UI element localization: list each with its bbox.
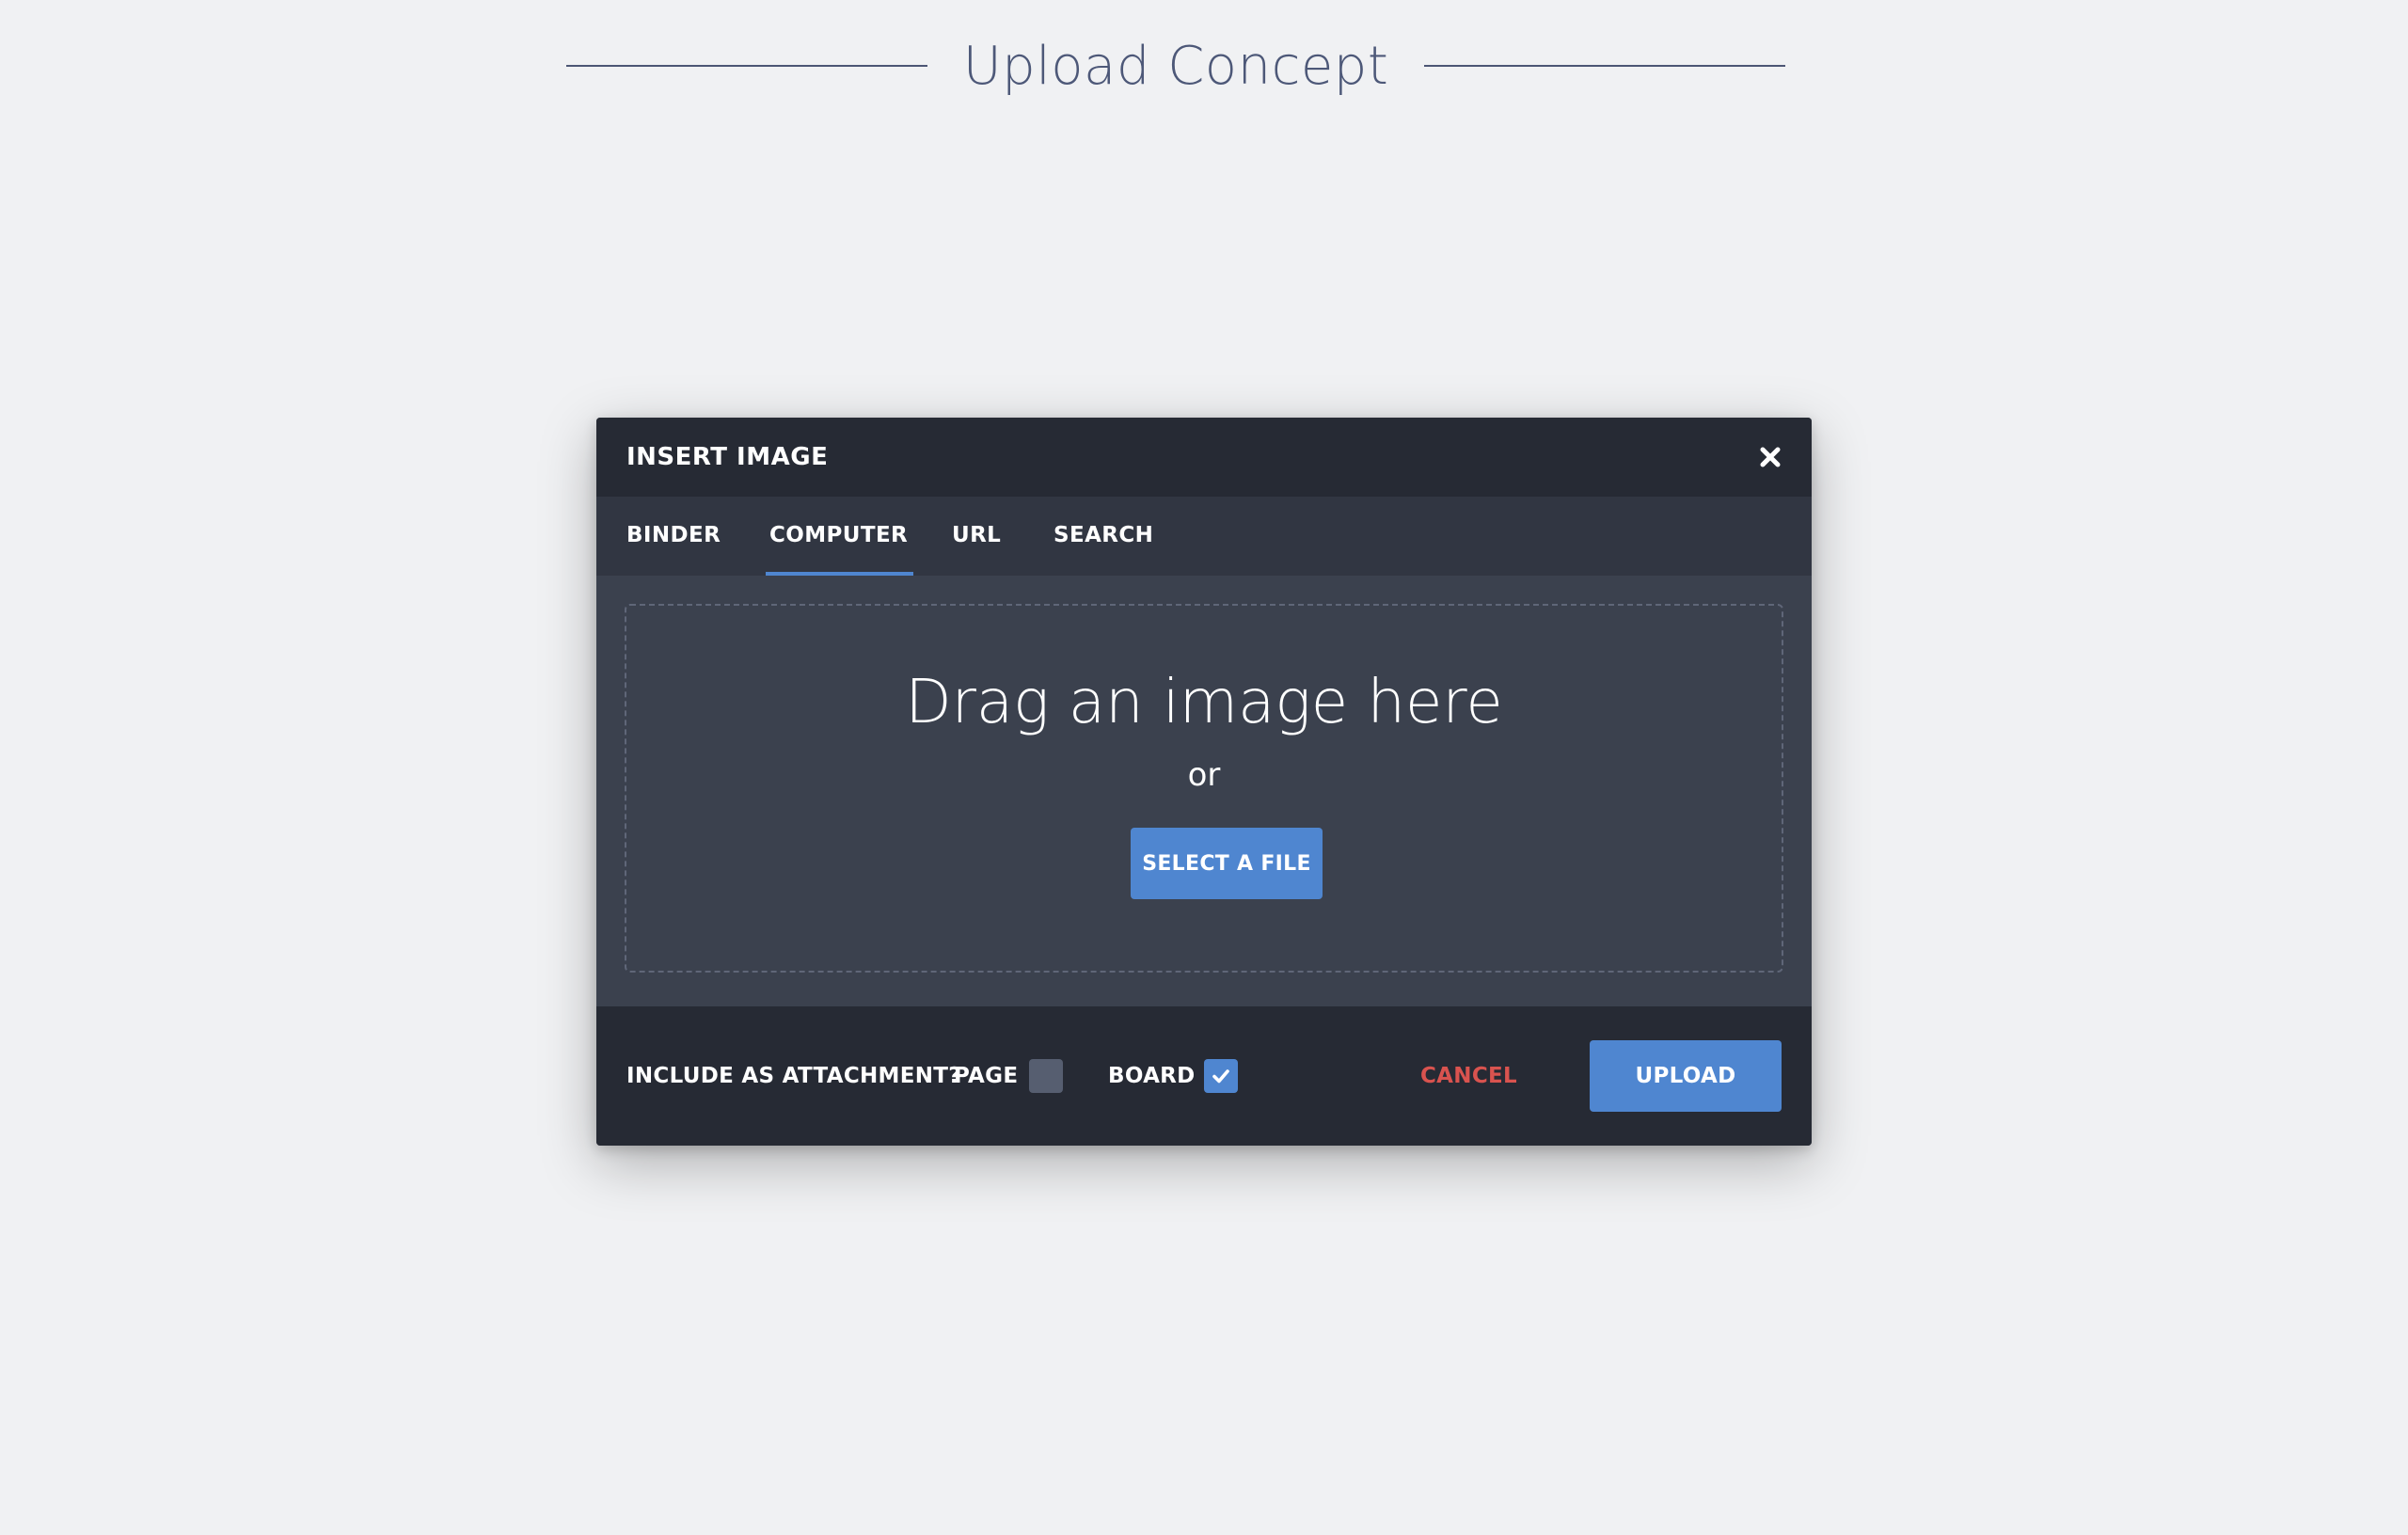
checkmark-icon xyxy=(1212,1069,1229,1084)
tab-search[interactable]: SEARCH xyxy=(1054,497,1153,576)
tab-url[interactable]: URL xyxy=(952,497,1001,576)
insert-image-modal: INSERT IMAGE BINDER COMPUTER URL SEARCH … xyxy=(596,418,1812,1146)
close-button[interactable] xyxy=(1753,440,1787,474)
tab-bar: BINDER COMPUTER URL SEARCH xyxy=(596,497,1812,576)
cancel-button[interactable]: CANCEL xyxy=(1420,1006,1517,1146)
dropzone[interactable]: Drag an image here or SELECT A FILE xyxy=(625,604,1783,973)
dropzone-title: Drag an image here xyxy=(905,668,1503,737)
page-checkbox[interactable] xyxy=(1029,1059,1063,1093)
page-heading: Upload Concept xyxy=(565,28,1786,103)
select-file-button[interactable]: SELECT A FILE xyxy=(1131,828,1323,899)
board-checkbox-label: BOARD xyxy=(1108,1064,1196,1088)
tab-binder[interactable]: BINDER xyxy=(626,497,721,576)
page-title: Upload Concept xyxy=(962,35,1389,97)
heading-rule-left xyxy=(565,65,927,67)
modal-content: Drag an image here or SELECT A FILE xyxy=(596,576,1812,973)
modal-header: INSERT IMAGE xyxy=(596,418,1812,497)
tab-computer[interactable]: COMPUTER xyxy=(765,497,914,576)
heading-rule-right xyxy=(1424,65,1786,67)
board-checkbox[interactable] xyxy=(1204,1059,1238,1093)
attachment-label: INCLUDE AS ATTACHMENT? xyxy=(626,1064,961,1088)
modal-title: INSERT IMAGE xyxy=(626,443,829,471)
dropzone-or-text: or xyxy=(1187,756,1221,794)
modal-footer: INCLUDE AS ATTACHMENT? PAGE BOARD CANCEL… xyxy=(596,1006,1812,1146)
page-checkbox-label: PAGE xyxy=(954,1064,1019,1088)
close-icon xyxy=(1760,447,1781,467)
upload-button[interactable]: UPLOAD xyxy=(1590,1040,1782,1112)
